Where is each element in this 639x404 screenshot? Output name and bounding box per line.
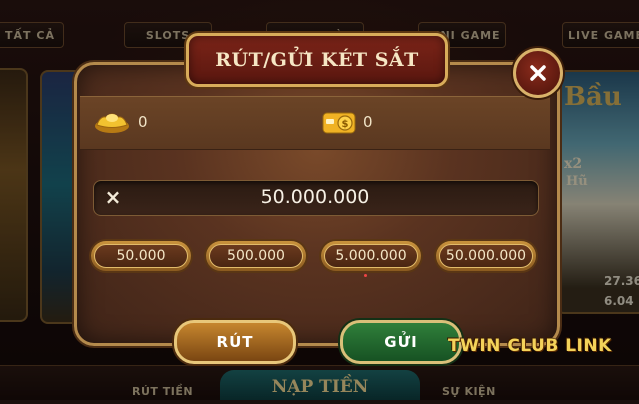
- preset-500k-button[interactable]: 500.000: [206, 241, 306, 271]
- coin-balance-value: 0: [363, 113, 373, 131]
- withdraw-button[interactable]: RÚT: [174, 320, 296, 364]
- gold-ingot-icon: [95, 113, 129, 133]
- indicator-dot: [364, 274, 367, 277]
- clear-icon[interactable]: ×: [101, 185, 125, 209]
- preset-label: 50.000: [94, 244, 188, 268]
- dialog-title-plate: RÚT/GỬI KÉT SẮT: [186, 33, 448, 87]
- amount-input-value[interactable]: 50.000.000: [200, 183, 430, 211]
- wallet-coin-icon: $: [322, 112, 356, 134]
- site-watermark: TWIN CLUB LINK: [448, 336, 612, 356]
- dialog-title: RÚT/GỬI KÉT SẮT: [215, 49, 419, 71]
- close-icon: [530, 65, 546, 81]
- gold-balance-value: 0: [138, 113, 148, 131]
- preset-50m-button[interactable]: 50.000.000: [436, 241, 536, 271]
- balance-band: [80, 96, 550, 150]
- close-button[interactable]: [513, 48, 563, 98]
- deposit-button[interactable]: GỬI: [340, 320, 462, 364]
- svg-text:$: $: [342, 119, 349, 130]
- preset-label: 5.000.000: [324, 244, 418, 268]
- preset-50k-button[interactable]: 50.000: [91, 241, 191, 271]
- preset-5m-button[interactable]: 5.000.000: [321, 241, 421, 271]
- preset-label: 500.000: [209, 244, 303, 268]
- preset-label: 50.000.000: [439, 244, 533, 268]
